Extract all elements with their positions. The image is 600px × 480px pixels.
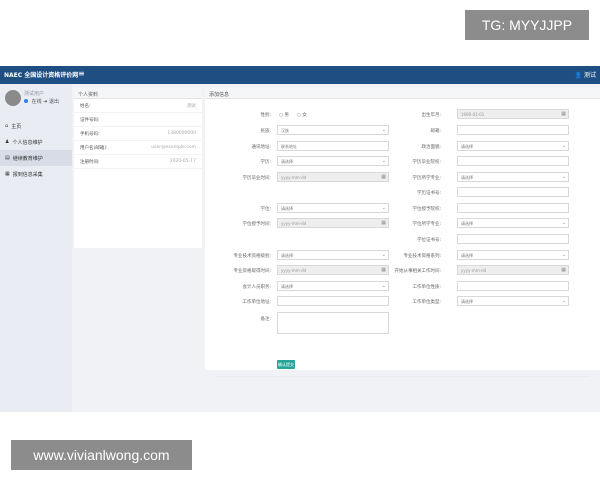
edu-select[interactable]: 请选择 ⌄ bbox=[277, 156, 389, 166]
tech-series-select[interactable]: 请选择 ⌄ bbox=[457, 250, 569, 260]
edu-major-label: 学历所学专业: bbox=[412, 176, 441, 181]
edu-cert-input[interactable] bbox=[457, 187, 569, 197]
birth-input[interactable]: 1990-01-01 ▦ bbox=[457, 109, 569, 119]
email-input[interactable] bbox=[457, 125, 569, 135]
nation-select[interactable]: 汉族 ⌄ bbox=[277, 125, 389, 135]
calendar-icon: ▦ bbox=[561, 267, 566, 273]
info-row-phone: 手机号码: 1380000000 bbox=[74, 127, 202, 141]
profile-panel: 个人资料 姓名: 测试 证件号码: 手机号码: 1380000000 用户名(邮箱)… bbox=[74, 88, 202, 248]
form-divider bbox=[215, 376, 590, 377]
profile-panel-title: 个人资料 bbox=[74, 88, 202, 99]
degree-cert-input[interactable] bbox=[457, 234, 569, 244]
degree-school-label: 学位授予院校: bbox=[412, 207, 441, 212]
tech-time-label: 专业资格取得时间: bbox=[233, 269, 271, 274]
edu-school-label: 学历毕业院校: bbox=[412, 160, 441, 165]
remark-textarea[interactable] bbox=[277, 312, 389, 334]
edu-time-input[interactable]: yyyy-mm-dd ▦ bbox=[277, 172, 389, 182]
unit-nature-label: 工作单位性质: bbox=[412, 285, 441, 290]
sidebar-user-name: 测试用户 bbox=[24, 91, 45, 97]
birth-label: 出生年月: bbox=[421, 113, 441, 118]
email-label: 邮箱: bbox=[430, 129, 441, 134]
list-icon: ▦ bbox=[5, 171, 10, 177]
sidebar-item-personal[interactable]: ♟ 个人信息维护 bbox=[0, 134, 72, 150]
degree-time-label: 学位授予时间: bbox=[242, 222, 271, 227]
info-row-email: 用户名(邮箱): user@example.com bbox=[74, 141, 202, 155]
chevron-down-icon: ⌄ bbox=[381, 205, 386, 211]
unit-label: 工作单位地址: bbox=[242, 300, 271, 305]
degree-label: 学位: bbox=[260, 207, 271, 212]
degree-select[interactable]: 请选择 ⌄ bbox=[277, 203, 389, 213]
calendar-icon: ▦ bbox=[561, 111, 566, 117]
sidebar-item-home[interactable]: ⌂ 主页 bbox=[0, 118, 72, 134]
chevron-down-icon: ⌄ bbox=[381, 158, 386, 164]
politics-select[interactable]: 请选择 ⌄ bbox=[457, 141, 569, 151]
brand-title: NAEC 全国设计资格评价网 bbox=[4, 72, 79, 79]
calendar-icon: ▦ bbox=[381, 220, 386, 226]
top-user-name: 测试 bbox=[583, 72, 596, 79]
sidebar-item-education[interactable]: ▤ 继续教育维护 bbox=[0, 150, 72, 166]
chevron-down-icon: ⌄ bbox=[561, 298, 566, 304]
id-card-icon: ▤ bbox=[5, 155, 10, 161]
address-input[interactable]: 联系地址 bbox=[277, 141, 389, 151]
status-text: 在线 bbox=[31, 99, 42, 105]
unit-type-select[interactable]: 请选择 ⌄ bbox=[457, 296, 569, 306]
unit-nature-input[interactable] bbox=[457, 281, 569, 291]
nation-label: 民族: bbox=[260, 129, 271, 134]
info-row-register: 注册时间: 2020-05-17 bbox=[74, 155, 202, 169]
online-dot-icon bbox=[24, 99, 28, 103]
sidebar-item-report[interactable]: ▦ 报到信息采集 bbox=[0, 166, 72, 182]
education-form: 添加信息 性别: ○ 男 ○ 女 出生年月: 1990-01-01 ▦ 民族: 汉… bbox=[205, 88, 600, 377]
app-window: NAEC 全国设计资格评价网 ≡ 👤 测试 测试用户 在线 ➜ 退出 ⌂ 主页 ♟… bbox=[0, 66, 600, 412]
home-icon: ⌂ bbox=[5, 123, 9, 129]
unit-type-label: 工作单位类型: bbox=[412, 300, 441, 305]
job-label: 会计人员职务: bbox=[242, 285, 271, 290]
user-icon: ♟ bbox=[5, 139, 10, 145]
work-start-input[interactable]: yyyy-mm-dd ▦ bbox=[457, 265, 569, 275]
chevron-down-icon: ⌄ bbox=[381, 127, 386, 133]
job-select[interactable]: 请选择 ⌄ bbox=[277, 281, 389, 291]
edu-school-input[interactable] bbox=[457, 156, 569, 166]
sidebar-user-status: 在线 ➜ 退出 bbox=[24, 98, 59, 105]
top-bar: NAEC 全国设计资格评价网 ≡ 👤 测试 bbox=[0, 66, 600, 84]
degree-school-input[interactable] bbox=[457, 203, 569, 213]
sidebar: 测试用户 在线 ➜ 退出 ⌂ 主页 ♟ 个人信息维护 ▤ 继续教育维护 ▦ 报到信息采集 bbox=[0, 84, 72, 412]
degree-cert-label: 学位证书号: bbox=[416, 238, 441, 243]
chevron-down-icon: ⌄ bbox=[561, 220, 566, 226]
chevron-down-icon: ⌄ bbox=[561, 143, 566, 149]
edu-time-label: 学历毕业时间: bbox=[242, 176, 271, 181]
degree-major-label: 学位所学专业: bbox=[412, 222, 441, 227]
edu-major-select[interactable]: 请选择 ⌄ bbox=[457, 172, 569, 182]
gender-female-radio[interactable]: ○ 女 bbox=[297, 112, 307, 118]
unit-input[interactable] bbox=[277, 296, 389, 306]
politics-label: 政治面貌: bbox=[421, 145, 441, 150]
tech-title-label: 专业技术资格级别: bbox=[233, 254, 271, 259]
tech-title-select[interactable]: 请选择 ⌄ bbox=[277, 250, 389, 260]
watermark-bottom: www.vivianlwong.com bbox=[11, 440, 192, 470]
remark-label: 备注: bbox=[260, 317, 271, 322]
gender-label: 性别: bbox=[260, 113, 271, 118]
edu-label: 学历: bbox=[260, 160, 271, 165]
degree-time-input[interactable]: yyyy-mm-dd ▦ bbox=[277, 218, 389, 228]
info-row-id: 证件号码: bbox=[74, 113, 202, 127]
address-label: 通讯地址: bbox=[251, 145, 271, 150]
info-row-name: 姓名: 测试 bbox=[74, 99, 202, 113]
gender-male-radio[interactable]: ○ 男 bbox=[279, 112, 289, 118]
form-title: 添加信息 bbox=[205, 88, 600, 99]
tech-series-label: 专业技术资格系列: bbox=[403, 254, 441, 259]
chevron-down-icon: ⌄ bbox=[561, 252, 566, 258]
watermark-top: TG: MYYJJPP bbox=[465, 10, 589, 40]
degree-major-select[interactable]: 请选择 ⌄ bbox=[457, 218, 569, 228]
logout-link[interactable]: ➜ 退出 bbox=[43, 99, 59, 105]
menu-toggle-icon[interactable]: ≡ bbox=[78, 69, 85, 78]
calendar-icon: ▦ bbox=[381, 174, 386, 180]
chevron-down-icon: ⌄ bbox=[561, 174, 566, 180]
work-start-label: 开始从事相关工作时间: bbox=[394, 269, 441, 274]
submit-button[interactable]: 确认提交 bbox=[277, 360, 295, 369]
sidebar-profile: 测试用户 在线 ➜ 退出 bbox=[0, 84, 72, 118]
avatar bbox=[5, 90, 21, 106]
user-icon: 👤 bbox=[574, 72, 583, 79]
edu-cert-label: 学历证书号: bbox=[416, 191, 441, 196]
top-user-menu[interactable]: 👤 测试 bbox=[575, 70, 596, 79]
tech-time-input[interactable]: yyyy-mm-dd ▦ bbox=[277, 265, 389, 275]
